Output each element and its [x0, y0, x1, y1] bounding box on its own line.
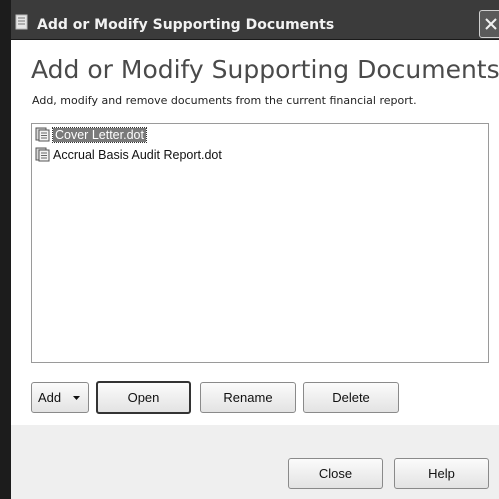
document-name: Cover Letter.dot	[52, 126, 147, 143]
dialog-footer: Close Help	[11, 425, 499, 499]
close-button-label: Close	[318, 466, 353, 481]
close-button[interactable]: Close	[288, 458, 383, 489]
close-icon	[485, 18, 497, 30]
delete-button[interactable]: Delete	[303, 382, 399, 413]
list-item[interactable]: Cover Letter.dot	[35, 126, 147, 143]
title-bar[interactable]: Add or Modify Supporting Documents	[11, 0, 499, 40]
help-button-label: Help	[428, 466, 455, 481]
dialog-content: Add or Modify Supporting Documents Add, …	[11, 41, 499, 425]
add-dropdown-button[interactable]: Add	[31, 382, 89, 413]
dropdown-arrow-icon	[73, 396, 80, 400]
document-icon	[35, 127, 50, 142]
add-button-label: Add	[38, 390, 62, 405]
page-title: Add or Modify Supporting Documents	[31, 55, 499, 84]
open-button-label: Open	[127, 390, 160, 405]
rename-button-label: Rename	[223, 390, 273, 405]
delete-button-label: Delete	[332, 390, 370, 405]
documents-listbox[interactable]: Cover Letter.dot Accrual Basis Audit Rep…	[31, 123, 489, 363]
help-button[interactable]: Help	[394, 458, 489, 489]
window-title: Add or Modify Supporting Documents	[37, 17, 335, 33]
rename-button[interactable]: Rename	[200, 382, 296, 413]
document-icon	[35, 147, 50, 162]
document-name: Accrual Basis Audit Report.dot	[53, 147, 222, 162]
list-item[interactable]: Accrual Basis Audit Report.dot	[35, 146, 222, 163]
close-window-button[interactable]	[479, 10, 499, 38]
window-document-icon	[15, 14, 29, 30]
page-description: Add, modify and remove documents from th…	[32, 94, 417, 107]
supporting-documents-dialog: Add or Modify Supporting Documents Add o…	[0, 0, 499, 499]
open-button[interactable]: Open	[96, 381, 191, 414]
